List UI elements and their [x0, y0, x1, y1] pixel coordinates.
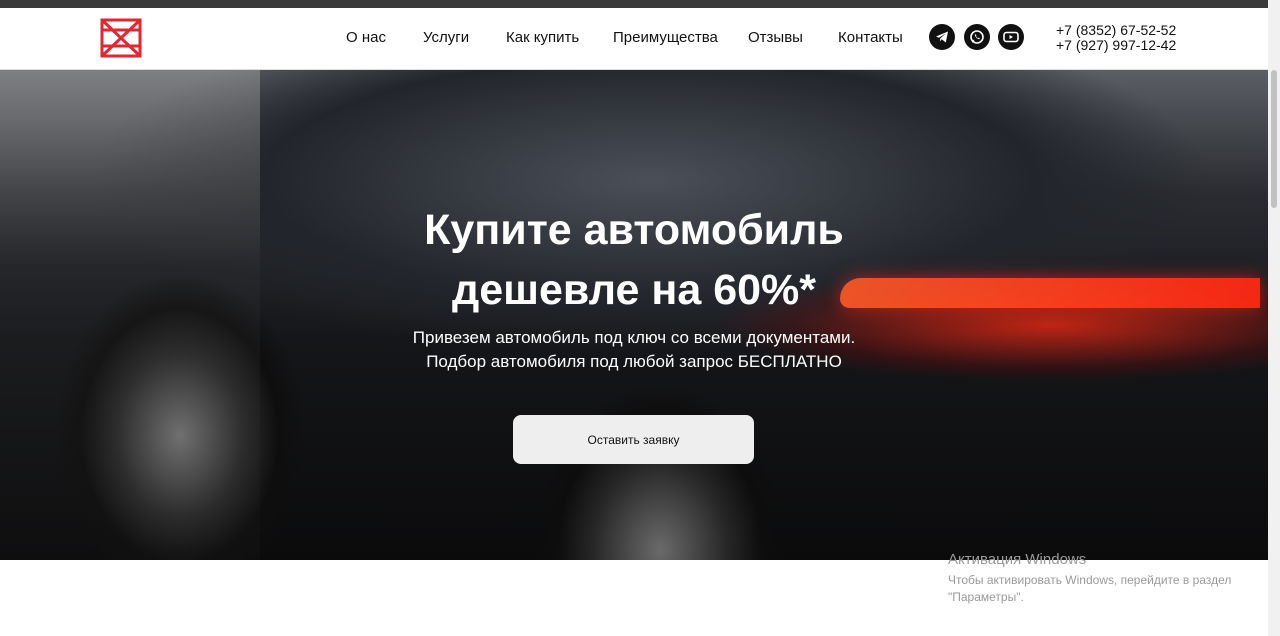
browser-top-strip [0, 0, 1280, 8]
whatsapp-link[interactable] [964, 24, 990, 50]
page-scrollbar[interactable] [1268, 0, 1280, 636]
nav-link-reviews[interactable]: Отзывы [748, 29, 803, 46]
scrollbar-thumb[interactable] [1271, 70, 1277, 208]
telegram-link[interactable] [929, 24, 955, 50]
hero-title-line-2: дешевле на 60%* [451, 266, 817, 314]
whatsapp-icon [970, 30, 984, 44]
logo-icon [100, 18, 142, 58]
contact-phones: +7 (8352) 67-52-52 +7 (927) 997-12-42 [1056, 23, 1176, 53]
nav-link-services[interactable]: Услуги [423, 29, 469, 46]
site-header: О нас Услуги Как купить Преимущества Отз… [0, 8, 1268, 70]
site-logo[interactable] [100, 18, 142, 58]
nav-link-contacts[interactable]: Контакты [838, 29, 903, 46]
hero-title-line-1: Купите автомобиль [424, 206, 844, 254]
phone-1[interactable]: +7 (8352) 67-52-52 [1056, 23, 1176, 38]
windows-activation-text: Чтобы активировать Windows, перейдите в … [948, 573, 1232, 604]
nav-link-advantages[interactable]: Преимущества [613, 29, 718, 46]
hero-title: Купите автомобиль дешевле на 60%* [384, 200, 884, 320]
hero-subtitle-line-2: Подбор автомобиля под любой запрос БЕСПЛ… [426, 352, 842, 371]
nav-link-about[interactable]: О нас [346, 29, 386, 46]
youtube-link[interactable] [998, 24, 1024, 50]
hero-subtitle-line-1: Привезем автомобиль под ключ со всеми до… [412, 328, 856, 347]
hero-car-taillight [840, 278, 1260, 308]
submit-request-button[interactable]: Оставить заявку [513, 415, 754, 464]
telegram-icon [936, 31, 948, 43]
windows-activation-watermark: Активация Windows Чтобы активировать Win… [948, 551, 1238, 606]
youtube-icon [1003, 31, 1019, 43]
windows-activation-title: Активация Windows [948, 551, 1087, 568]
phone-2[interactable]: +7 (927) 997-12-42 [1056, 38, 1176, 53]
hero-background-road [0, 70, 260, 560]
hero-subtitle: Привезем автомобиль под ключ со всеми до… [384, 326, 884, 374]
hero-section: Купите автомобиль дешевле на 60%* Привез… [0, 70, 1268, 560]
nav-link-how-to-buy[interactable]: Как купить [506, 29, 579, 46]
